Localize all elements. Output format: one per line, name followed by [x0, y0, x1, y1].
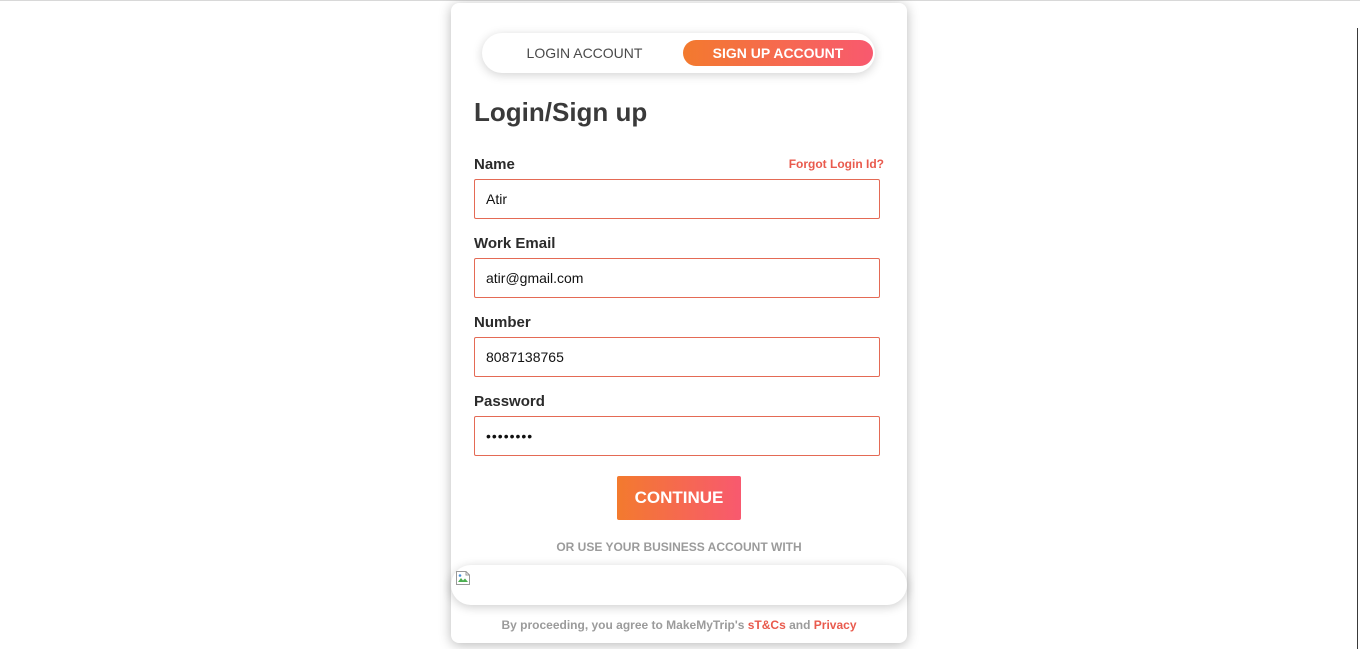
account-tabs: LOGIN ACCOUNT SIGN UP ACCOUNT — [482, 33, 875, 73]
number-input[interactable] — [474, 337, 880, 377]
password-label: Password — [474, 393, 545, 410]
tab-login-account[interactable]: LOGIN ACCOUNT — [522, 40, 647, 66]
auth-card: LOGIN ACCOUNT SIGN UP ACCOUNT Login/Sign… — [451, 3, 907, 643]
name-input[interactable] — [474, 179, 880, 219]
broken-image-icon — [456, 571, 470, 585]
top-divider — [0, 0, 1360, 1]
tab-signup-account[interactable]: SIGN UP ACCOUNT — [683, 40, 873, 66]
work-email-label: Work Email — [474, 235, 556, 252]
number-label: Number — [474, 314, 531, 331]
privacy-link[interactable]: Privacy — [814, 618, 857, 632]
continue-button[interactable]: CONTINUE — [617, 476, 741, 520]
password-input[interactable] — [474, 416, 880, 456]
terms-link[interactable]: sT&Cs — [748, 618, 786, 632]
terms-text: By proceeding, you agree to MakeMyTrip's… — [451, 618, 907, 632]
business-account-bar[interactable] — [451, 565, 907, 605]
name-label: Name — [474, 156, 515, 173]
work-email-input[interactable] — [474, 258, 880, 298]
scrollbar-edge — [1357, 28, 1358, 649]
page-title: Login/Sign up — [474, 97, 648, 127]
business-account-prompt: OR USE YOUR BUSINESS ACCOUNT WITH — [556, 540, 802, 554]
terms-prefix: By proceeding, you agree to MakeMyTrip's — [501, 618, 745, 632]
forgot-login-id-link[interactable]: Forgot Login Id? — [789, 157, 884, 171]
terms-and: and — [789, 618, 811, 632]
